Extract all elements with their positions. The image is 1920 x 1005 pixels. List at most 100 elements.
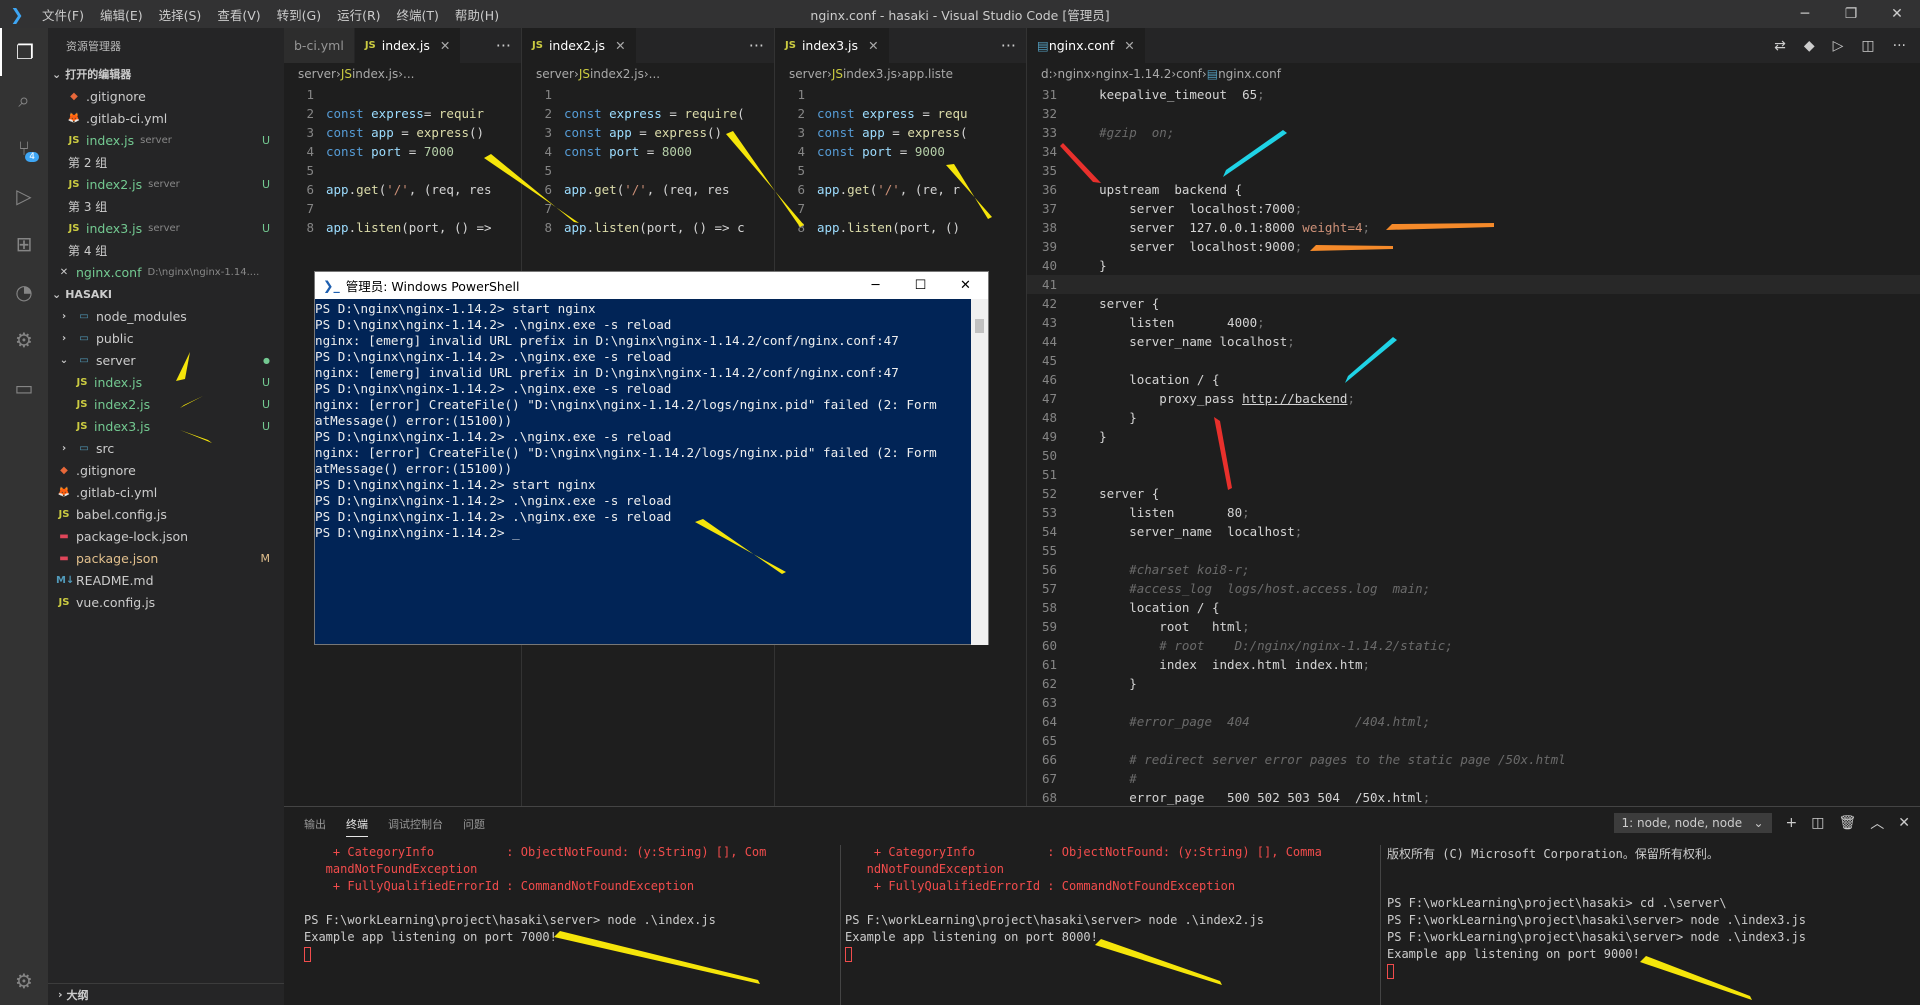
breadcrumb-item[interactable]: nginx-1.14.2 <box>1096 67 1172 81</box>
close-icon[interactable]: ✕ <box>943 272 988 299</box>
source-control-icon[interactable]: ⑂ 4 <box>0 124 48 172</box>
terminal-1[interactable]: + CategoryInfo : ObjectNotFound: (y:Stri… <box>304 845 814 1005</box>
panel-tab[interactable]: 调试控制台 <box>388 812 443 836</box>
compare-icon[interactable]: ⇄ <box>1774 38 1786 54</box>
breadcrumb-item[interactable]: index3.js <box>843 67 897 81</box>
tree-item-readme-md[interactable]: M↓ README.md <box>48 569 284 591</box>
menu-item[interactable]: 帮助(H) <box>447 5 507 24</box>
powershell-scrollbar[interactable] <box>971 299 988 645</box>
panel-tab[interactable]: 终端 <box>346 812 368 837</box>
more-actions-icon[interactable]: ··· <box>1001 36 1016 55</box>
breadcrumb-item[interactable]: server <box>298 67 336 81</box>
menu-item[interactable]: 运行(R) <box>329 5 388 24</box>
menu-item[interactable]: 转到(G) <box>269 5 329 24</box>
more-actions-icon[interactable]: ··· <box>1893 38 1906 54</box>
open-editors-header[interactable]: ⌄ 打开的编辑器 <box>48 63 284 85</box>
panel-tab[interactable]: 问题 <box>463 812 485 836</box>
open-editor-item[interactable]: 🦊 .gitlab-ci.yml <box>48 107 284 129</box>
close-panel-icon[interactable]: ✕ <box>1898 815 1910 831</box>
settings-gear-icon[interactable]: ⚙ <box>0 957 48 1005</box>
breadcrumb-item[interactable]: d: <box>1041 67 1053 81</box>
terminal-3[interactable]: 版权所有 (C) Microsoft Corporation。保留所有权利。 PS… <box>1380 845 1910 1005</box>
add-terminal-icon[interactable]: + <box>1786 815 1798 831</box>
code-lines[interactable]: 1 2 const express = requ 3 const app = expre… <box>775 85 1026 237</box>
project-header[interactable]: ⌄ HASAKI <box>48 283 284 305</box>
terminal-cursor[interactable] <box>845 947 1370 964</box>
run-debug-icon[interactable]: ▷ <box>0 172 48 220</box>
menu-item[interactable]: 终端(T) <box>389 5 447 24</box>
close-icon[interactable]: ✕ <box>615 38 625 53</box>
code-lines[interactable]: 1 2 const express = require(3 const app = e… <box>522 85 774 237</box>
panel-tab[interactable]: 输出 <box>304 812 326 836</box>
close-icon[interactable]: ✕ <box>1124 38 1134 53</box>
more-actions-icon[interactable]: ··· <box>749 36 764 55</box>
tree-item-babel-config-js[interactable]: JS babel.config.js <box>48 503 284 525</box>
breadcrumb-item[interactable]: nginx.conf <box>1218 67 1281 81</box>
tree-item-vue-config-js[interactable]: JS vue.config.js <box>48 591 284 613</box>
tree-item--gitlab-ci-yml[interactable]: 🦊 .gitlab-ci.yml <box>48 481 284 503</box>
menu-item[interactable]: 文件(F) <box>34 5 92 24</box>
split-editor-icon[interactable]: ◫ <box>1861 38 1874 54</box>
breadcrumb-item[interactable]: ... <box>403 67 414 81</box>
tree-item-public[interactable]: › ▭ public <box>48 327 284 349</box>
close-icon[interactable]: ✕ <box>868 38 878 53</box>
remote-icon[interactable]: ⚙ <box>0 316 48 364</box>
close-window-icon[interactable]: ✕ <box>1874 0 1920 28</box>
minimize-icon[interactable]: ─ <box>1782 0 1828 28</box>
git-icon[interactable]: ◆ <box>1804 38 1815 54</box>
menu-item[interactable]: 选择(S) <box>151 5 210 24</box>
breadcrumb-item[interactable]: conf <box>1176 67 1202 81</box>
editor-tab[interactable]: b-ci.yml <box>284 28 355 63</box>
tree-item-server[interactable]: ⌄ ▭ server ● <box>48 349 284 371</box>
editor-tab[interactable]: JS index3.js ✕ <box>775 28 890 63</box>
code-lines[interactable]: 1 2 const express= requir 3 const app = expr… <box>284 85 521 237</box>
open-editor-item[interactable]: JS index3.js server U <box>48 217 284 239</box>
breadcrumb-item[interactable]: server <box>536 67 574 81</box>
tree-item-index-js[interactable]: JS index.js U <box>48 371 284 393</box>
tree-item-index2-js[interactable]: JS index2.js U <box>48 393 284 415</box>
breadcrumb-item[interactable]: nginx <box>1057 67 1090 81</box>
editor-tab[interactable]: JS index.js ✕ <box>354 28 462 63</box>
breadcrumb-item[interactable]: app.liste <box>902 67 953 81</box>
breadcrumb-item[interactable]: index.js <box>352 67 398 81</box>
maximize-icon[interactable]: ☐ <box>898 272 943 299</box>
trash-icon[interactable]: 🗑 <box>1838 815 1856 831</box>
editor-tab[interactable]: JS index2.js ✕ <box>522 28 637 63</box>
minimize-icon[interactable]: ─ <box>853 272 898 299</box>
breadcrumb-item[interactable]: index2.js <box>590 67 644 81</box>
terminal-cursor[interactable] <box>1387 964 1910 981</box>
open-editor-item[interactable]: JS index2.js server U <box>48 173 284 195</box>
tree-item-package-lock-json[interactable]: ▬ package-lock.json <box>48 525 284 547</box>
extensions-icon[interactable]: ⊞ <box>0 220 48 268</box>
breadcrumb-item[interactable]: server <box>789 67 827 81</box>
restore-icon[interactable]: ❐ <box>1828 0 1874 28</box>
editor-tab[interactable]: ▤ nginx.conf ✕ <box>1027 28 1146 63</box>
code-lines[interactable]: 31 keepalive_timeout 65; 32 33 #gzip on; 34… <box>1027 85 1920 806</box>
open-editor-item[interactable]: ◆ .gitignore <box>48 85 284 107</box>
run-icon[interactable]: ▷ <box>1833 38 1844 54</box>
menu-item[interactable]: 查看(V) <box>209 5 268 24</box>
breadcrumb-item[interactable]: ... <box>649 67 660 81</box>
powershell-titlebar[interactable]: ❯_ 管理员: Windows PowerShell ─ ☐ ✕ <box>315 272 988 299</box>
search-icon[interactable]: ⌕ <box>0 76 48 124</box>
terminal-2[interactable]: + CategoryInfo : ObjectNotFound: (y:Stri… <box>840 845 1370 1005</box>
tree-item-src[interactable]: › ▭ src <box>48 437 284 459</box>
tree-item-index3-js[interactable]: JS index3.js U <box>48 415 284 437</box>
terminal-cursor[interactable] <box>304 947 814 964</box>
tree-item-node-modules[interactable]: › ▭ node_modules <box>48 305 284 327</box>
open-editor-item[interactable]: JS index.js server U <box>48 129 284 151</box>
outline-header[interactable]: › 大纲 <box>48 983 284 1005</box>
more-actions-icon[interactable]: ··· <box>496 36 511 55</box>
powershell-output[interactable]: PS D:\nginx\nginx-1.14.2> start nginx PS … <box>315 299 972 645</box>
open-editor-item[interactable]: ✕ nginx.conf D:\nginx\nginx-1.14.... <box>48 261 284 283</box>
menu-item[interactable]: 编辑(E) <box>92 5 151 24</box>
tree-item--gitignore[interactable]: ◆ .gitignore <box>48 459 284 481</box>
tree-item-package-json[interactable]: ▬ package.json M <box>48 547 284 569</box>
close-icon[interactable]: ✕ <box>56 267 72 278</box>
timeline-icon[interactable]: ◔ <box>0 268 48 316</box>
folder-icon[interactable]: ▭ <box>0 364 48 412</box>
close-icon[interactable]: ✕ <box>440 38 450 53</box>
explorer-icon[interactable]: ❐ <box>0 28 48 76</box>
scrollbar-thumb[interactable] <box>975 319 984 333</box>
powershell-window[interactable]: ❯_ 管理员: Windows PowerShell ─ ☐ ✕ PS D:\n… <box>314 271 989 645</box>
